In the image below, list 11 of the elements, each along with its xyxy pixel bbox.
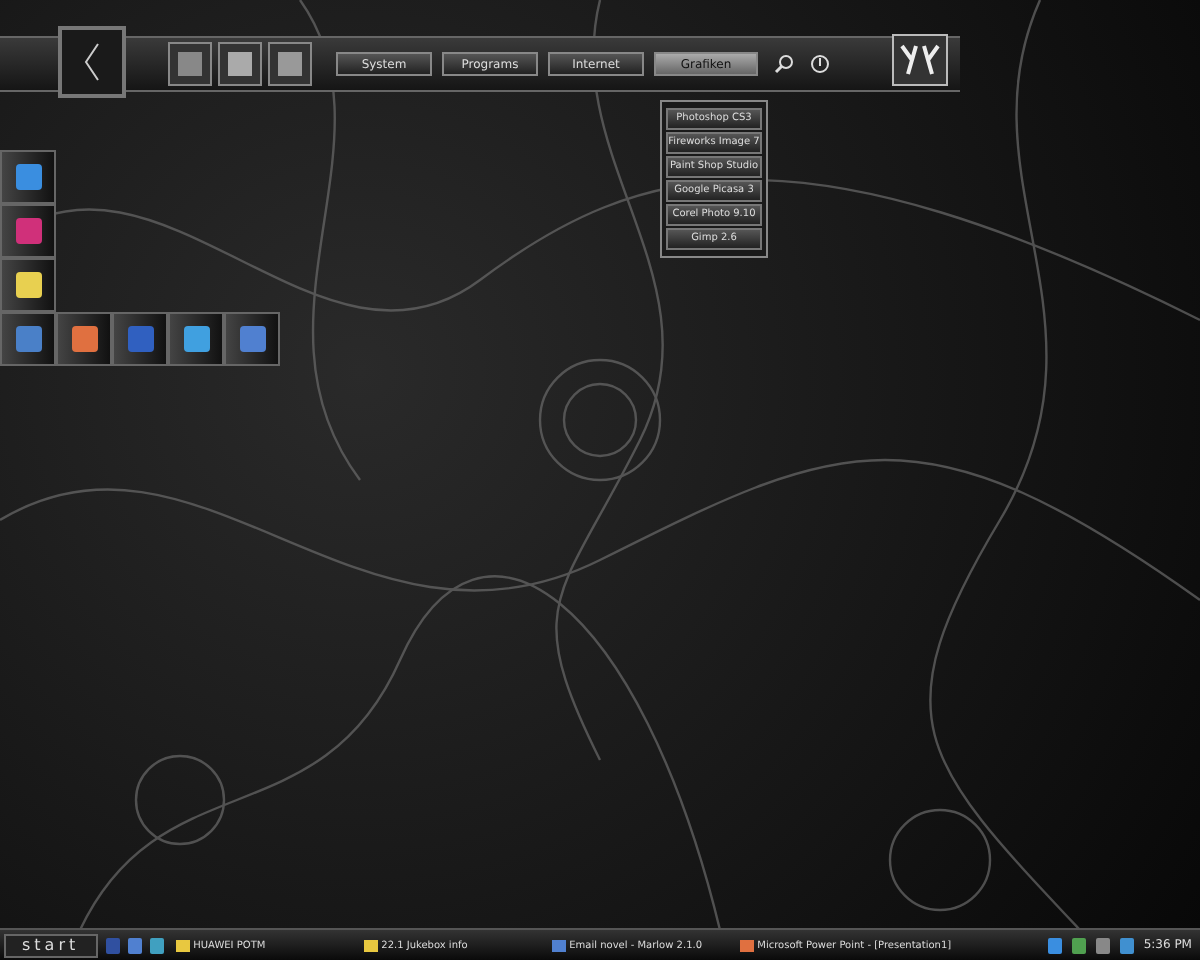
chevron-icon	[82, 42, 102, 82]
dock-item[interactable]	[0, 150, 56, 204]
search-icon[interactable]	[774, 54, 794, 74]
logo-button[interactable]	[892, 34, 948, 86]
dock-item[interactable]	[0, 258, 56, 312]
power-icon[interactable]	[810, 54, 830, 74]
start-button[interactable]: start	[4, 933, 98, 957]
dock-item[interactable]	[168, 312, 224, 366]
back-button[interactable]	[58, 26, 126, 98]
logo-icon	[898, 42, 942, 78]
dock-item[interactable]	[56, 312, 112, 366]
